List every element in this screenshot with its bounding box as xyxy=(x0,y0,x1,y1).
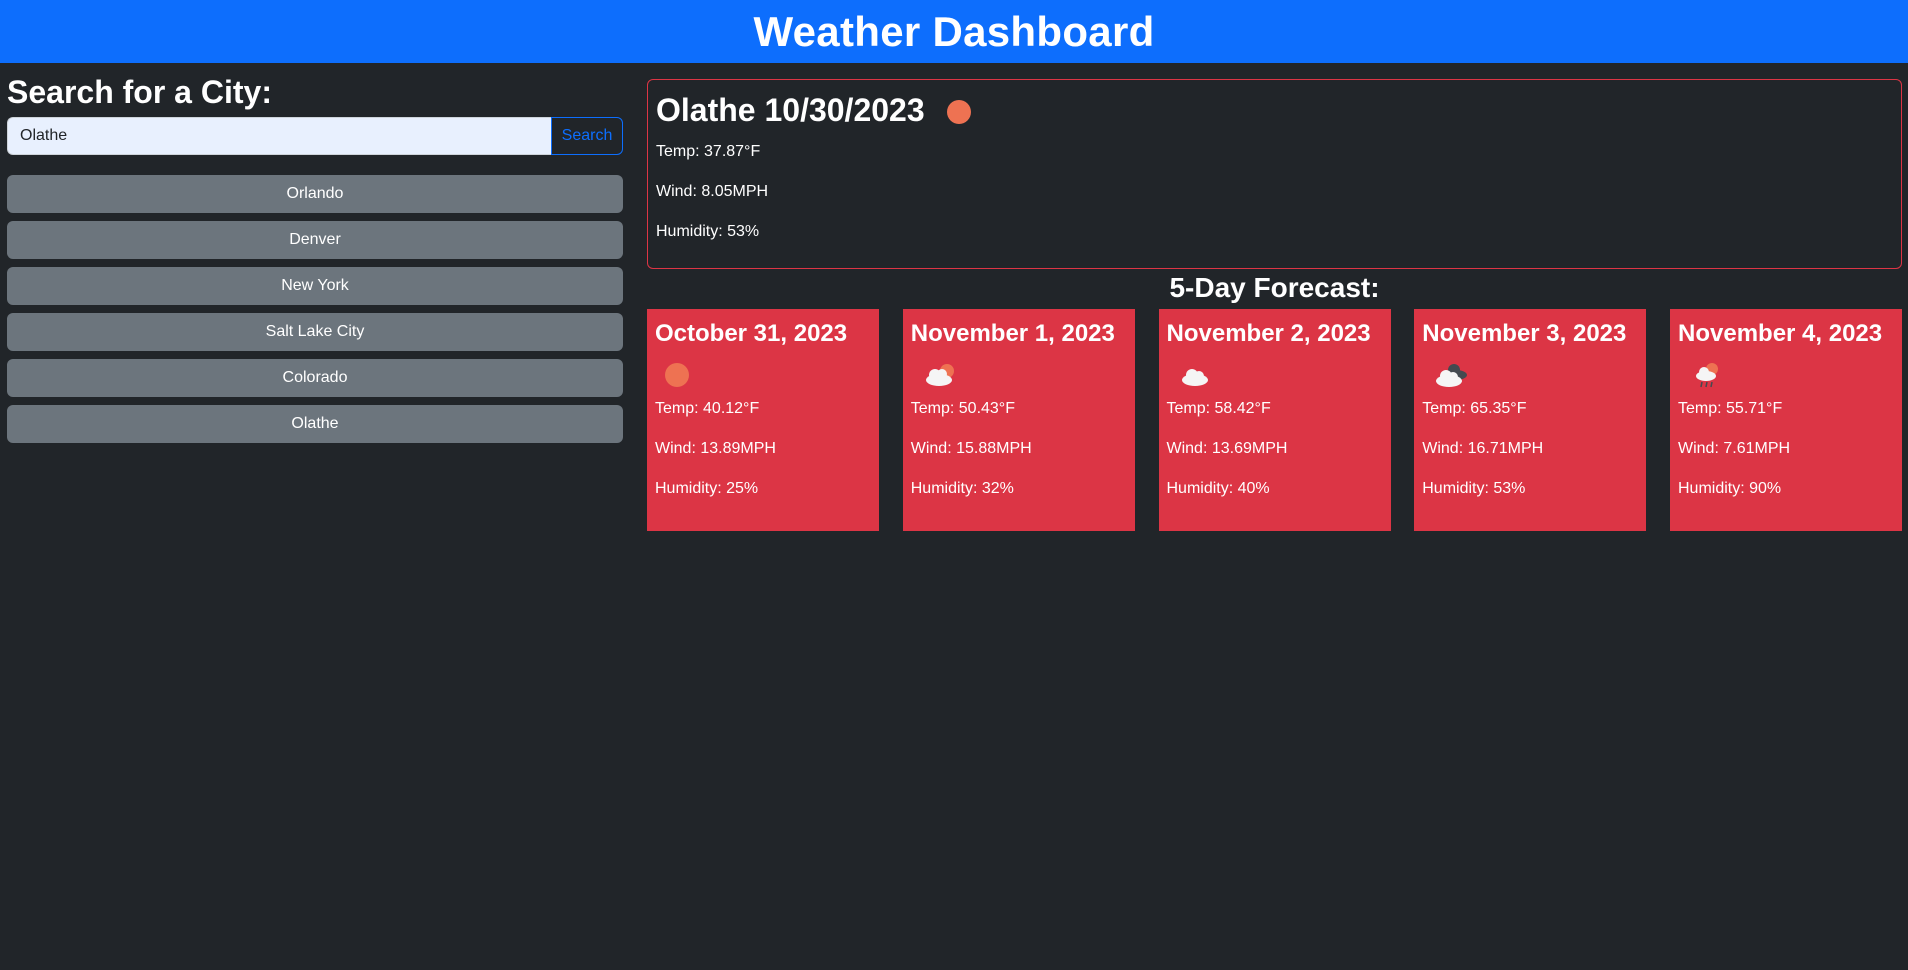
history-button-salt-lake-city[interactable]: Salt Lake City xyxy=(7,313,623,352)
city-search-input[interactable] xyxy=(7,117,551,156)
forecast-temp: Temp: 50.43°F xyxy=(910,400,1015,417)
main-content: Search for a City: Search Orlando Denver… xyxy=(0,63,1908,531)
few-clouds-icon xyxy=(921,355,1127,395)
cloud-icon xyxy=(1177,355,1383,395)
search-button[interactable]: Search xyxy=(551,117,623,156)
history-button-denver[interactable]: Denver xyxy=(7,221,623,260)
current-wind: Wind: 8.05MPH xyxy=(656,183,769,200)
broken-clouds-icon xyxy=(1432,355,1638,395)
current-weather-header: Olathe 10/30/2023 xyxy=(656,90,1893,130)
forecast-wind: Wind: 16.71MPH xyxy=(1422,440,1544,457)
current-humidity: Humidity: 53% xyxy=(656,223,760,240)
forecast-humidity: Humidity: 25% xyxy=(655,480,759,497)
search-form: Search xyxy=(7,117,623,156)
forecast-card: October 31, 2023 Temp: 40.12°F Wind: 13.… xyxy=(647,309,879,531)
forecast-date: November 2, 2023 xyxy=(1166,320,1371,347)
forecast-humidity: Humidity: 90% xyxy=(1678,480,1782,497)
forecast-card: November 4, 2023 Temp: 55.71°F Wind: 7.6… xyxy=(1670,309,1902,531)
forecast-wind: Wind: 13.69MPH xyxy=(1166,440,1288,457)
forecast-temp: Temp: 65.35°F xyxy=(1422,400,1527,417)
history-button-olathe[interactable]: Olathe xyxy=(7,405,623,444)
forecast-cards: October 31, 2023 Temp: 40.12°F Wind: 13.… xyxy=(647,309,1902,531)
forecast-wind: Wind: 7.61MPH xyxy=(1678,440,1791,457)
forecast-temp: Temp: 55.71°F xyxy=(1678,400,1783,417)
page-header: Weather Dashboard xyxy=(0,0,1908,63)
forecast-date: October 31, 2023 xyxy=(655,320,848,347)
current-city-date: Olathe 10/30/2023 xyxy=(656,91,925,128)
forecast-wind: Wind: 13.89MPH xyxy=(655,440,776,457)
forecast-card: November 3, 2023 Temp: 65.35°F Wind: 16.… xyxy=(1414,309,1647,531)
search-panel: Search for a City: Search Orlando Denver… xyxy=(7,63,623,531)
forecast-humidity: Humidity: 32% xyxy=(910,480,1014,497)
forecast-date: November 3, 2023 xyxy=(1422,320,1627,347)
rain-icon xyxy=(1688,355,1894,395)
forecast-wind: Wind: 15.88MPH xyxy=(910,440,1032,457)
history-button-new-york[interactable]: New York xyxy=(7,267,623,306)
page-title: Weather Dashboard xyxy=(753,7,1155,55)
forecast-temp: Temp: 58.42°F xyxy=(1166,400,1271,417)
history-button-colorado[interactable]: Colorado xyxy=(7,359,623,398)
current-temp: Temp: 37.87°F xyxy=(656,143,761,160)
current-weather-card: Olathe 10/30/2023 Temp: 37.87°F Wind: 8.… xyxy=(647,79,1902,269)
forecast-date: November 4, 2023 xyxy=(1678,320,1883,347)
forecast-temp: Temp: 40.12°F xyxy=(655,400,760,417)
clear-sun-icon xyxy=(946,99,971,129)
forecast-card: November 2, 2023 Temp: 58.42°F Wind: 13.… xyxy=(1158,309,1391,531)
history-button-orlando[interactable]: Orlando xyxy=(7,175,623,214)
forecast-humidity: Humidity: 40% xyxy=(1166,480,1270,497)
search-heading: Search for a City: xyxy=(7,74,272,110)
forecast-card: November 1, 2023 Temp: 50.43°F Wind: 15.… xyxy=(902,309,1135,531)
weather-panel: Olathe 10/30/2023 Temp: 37.87°F Wind: 8.… xyxy=(647,63,1902,531)
forecast-date: November 1, 2023 xyxy=(910,320,1115,347)
forecast-humidity: Humidity: 53% xyxy=(1422,480,1526,497)
forecast-heading: 5-Day Forecast: xyxy=(1169,272,1380,303)
clear-sun-icon xyxy=(665,355,871,395)
search-history-list: Orlando Denver New York Salt Lake City C… xyxy=(7,175,623,444)
